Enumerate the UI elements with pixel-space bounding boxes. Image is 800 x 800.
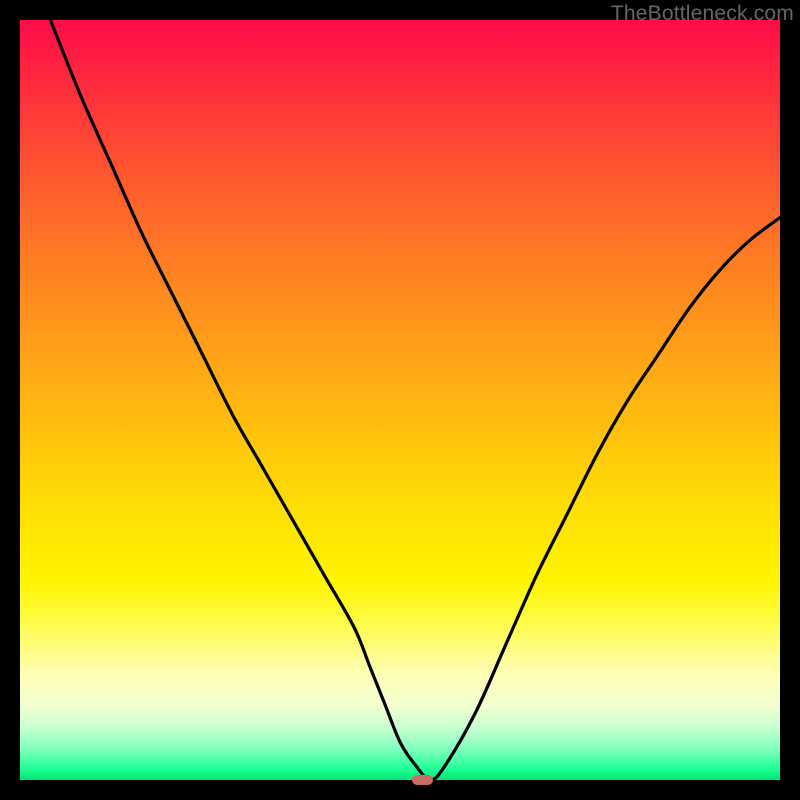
- chart-frame: TheBottleneck.com: [0, 0, 800, 800]
- bottleneck-curve: [20, 20, 780, 780]
- plot-area: [20, 20, 780, 780]
- optimal-point-marker: [412, 775, 433, 785]
- watermark-text: TheBottleneck.com: [611, 2, 794, 26]
